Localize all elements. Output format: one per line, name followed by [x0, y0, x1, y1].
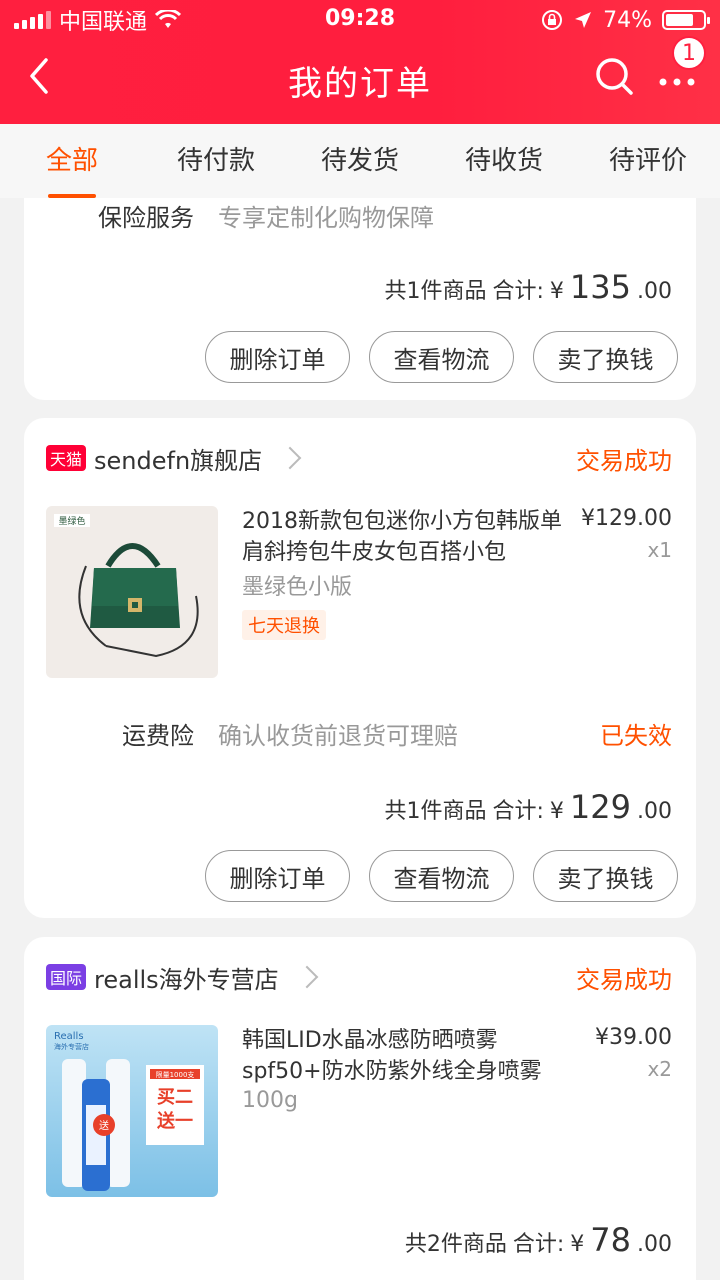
- carrier-label: 中国联通: [59, 10, 148, 35]
- currency-symbol: ¥: [549, 799, 564, 824]
- order-summary: 共1件商品 合计: ¥129.00: [385, 788, 673, 826]
- order-card: 天猫 sendefn旗舰店 交易成功 墨绿色 2018新款包包迷你小方包韩版单肩…: [24, 418, 696, 918]
- thumb-sub: 海外专营店: [54, 1042, 89, 1051]
- message-badge: 1: [672, 36, 706, 70]
- product-sku: 墨绿色小版: [242, 575, 353, 600]
- insurance-desc: 专享定制化购物保障: [218, 204, 434, 232]
- nav-bar: 我的订单 1: [0, 36, 720, 124]
- shop-header[interactable]: 国际 realls海外专营店 交易成功: [46, 959, 672, 995]
- signal-icon: [14, 11, 51, 29]
- total-label: 合计:: [512, 1232, 565, 1257]
- total-integer: 78: [590, 1221, 631, 1259]
- tab-pending-payment[interactable]: 待付款: [144, 124, 288, 198]
- battery-percent: 74%: [603, 7, 652, 33]
- insurance-label: 保险服务: [98, 204, 194, 232]
- thumb-label: 墨绿色: [58, 515, 85, 527]
- battery-icon: [662, 10, 710, 30]
- view-logistics-button[interactable]: 查看物流: [369, 331, 514, 383]
- product-image[interactable]: Realls 海外专营店 送 限量1000支 买二 送一: [46, 1025, 218, 1197]
- currency-symbol: ¥: [570, 1232, 585, 1257]
- total-label: 合计:: [492, 799, 544, 824]
- total-integer: 129: [569, 788, 631, 826]
- order-status: 交易成功: [576, 446, 672, 475]
- wifi-icon: [155, 10, 182, 28]
- product-sku: 100g: [242, 1088, 298, 1113]
- shop-name: sendefn旗舰店: [94, 446, 263, 475]
- product-price: ¥39.00: [595, 1025, 672, 1050]
- total-label: 合计:: [492, 279, 544, 304]
- order-summary: 共1件商品 合计: ¥135.00: [385, 268, 673, 306]
- delete-order-button[interactable]: 删除订单: [205, 850, 350, 902]
- order-card: 国际 realls海外专营店 交易成功 Realls 海外专营店 送 限量100…: [24, 937, 696, 1280]
- handbag-image: 墨绿色: [46, 506, 218, 678]
- chevron-right-icon: [295, 965, 318, 989]
- global-tag: 国际: [46, 964, 87, 990]
- total-decimal: .00: [637, 279, 672, 304]
- tab-pending-review[interactable]: 待评价: [576, 124, 720, 198]
- product-title[interactable]: 韩国LID水晶冰感防晒喷雾spf50+防水防紫外线全身喷雾: [242, 1025, 562, 1087]
- orientation-lock-icon: [542, 10, 563, 30]
- resell-button[interactable]: 卖了换钱: [533, 850, 678, 902]
- order-tabs: 全部 待付款 待发货 待收货 待评价: [0, 124, 720, 198]
- search-icon[interactable]: [592, 54, 636, 98]
- status-bar: 中国联通 09:28 74%: [0, 0, 720, 40]
- tab-all[interactable]: 全部: [0, 124, 144, 198]
- tmall-tag: 天猫: [46, 445, 87, 471]
- header: 中国联通 09:28 74% 我的订单 1: [0, 0, 720, 124]
- order-summary: 共2件商品 合计: ¥78.00: [405, 1221, 672, 1259]
- product-title[interactable]: 2018新款包包迷你小方包韩版单肩斜挎包牛皮女包百搭小包: [242, 506, 562, 568]
- item-count: 共2件商品: [404, 1232, 507, 1257]
- product-quantity: x2: [647, 1057, 672, 1081]
- insurance-status: 已失效: [600, 722, 672, 750]
- chevron-right-icon: [278, 446, 302, 470]
- currency-symbol: ¥: [549, 279, 564, 304]
- return-policy-badge: 七天退换: [242, 610, 326, 640]
- product-quantity: x1: [647, 538, 672, 562]
- thumb-brand: Realls: [54, 1031, 84, 1042]
- thumb-promo-1: 买二: [157, 1087, 193, 1108]
- thumb-send: 送: [99, 1119, 109, 1132]
- total-integer: 135: [569, 268, 631, 306]
- shop-header[interactable]: 天猫 sendefn旗舰店 交易成功: [46, 440, 672, 476]
- product-image[interactable]: 墨绿色: [46, 506, 218, 678]
- tab-pending-receipt[interactable]: 待收货: [432, 124, 576, 198]
- resell-button[interactable]: 卖了换钱: [533, 331, 678, 383]
- thumb-promo-2: 送一: [156, 1110, 193, 1132]
- location-icon: [575, 12, 592, 28]
- shop-name: realls海外专营店: [94, 965, 279, 994]
- order-status: 交易成功: [576, 965, 672, 994]
- view-logistics-button[interactable]: 查看物流: [369, 850, 514, 902]
- item-count: 共1件商品: [384, 279, 487, 304]
- order-card: 保险服务 专享定制化购物保障 共1件商品 合计: ¥135.00 删除订单 查看…: [24, 170, 696, 400]
- insurance-label: 运费险: [122, 722, 194, 750]
- thumb-limit: 限量1000支: [156, 1070, 195, 1079]
- delete-order-button[interactable]: 删除订单: [205, 331, 350, 383]
- item-count: 共1件商品: [384, 799, 487, 824]
- tab-pending-shipment[interactable]: 待发货: [288, 124, 432, 198]
- total-decimal: .00: [637, 799, 672, 824]
- insurance-desc: 确认收货前退货可理赔: [218, 722, 458, 750]
- product-price: ¥129.00: [581, 506, 672, 531]
- sunscreen-image: Realls 海外专营店 送 限量1000支 买二 送一: [46, 1025, 218, 1197]
- total-decimal: .00: [637, 1232, 672, 1257]
